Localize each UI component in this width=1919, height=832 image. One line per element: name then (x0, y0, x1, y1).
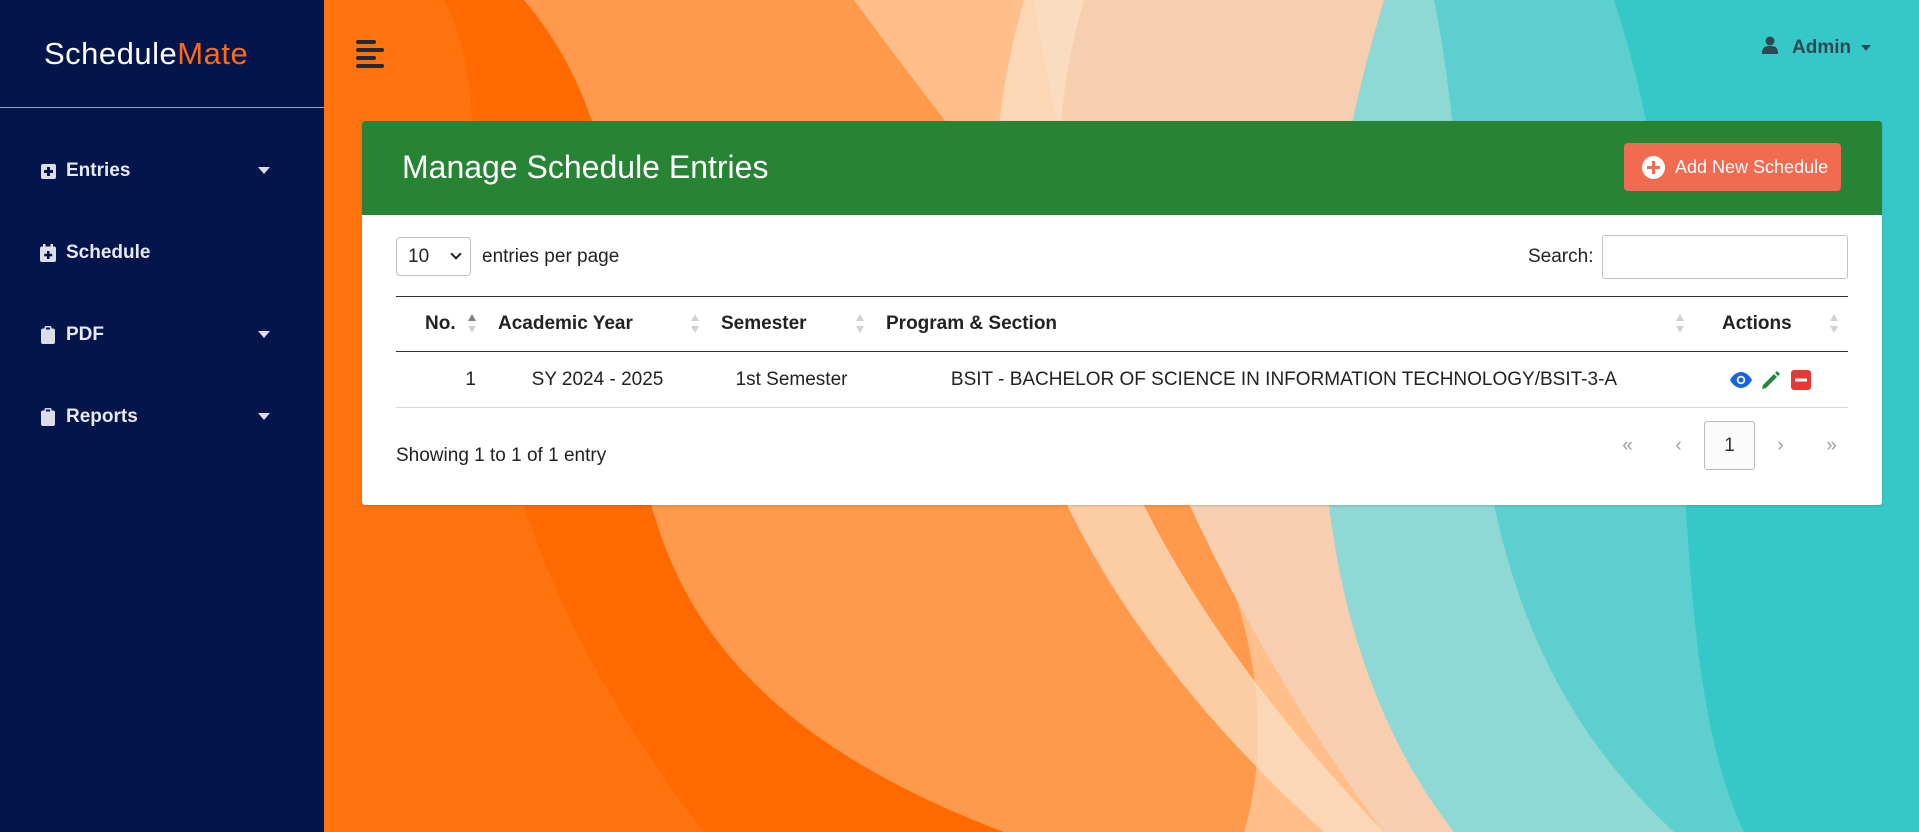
column-header-no[interactable]: No. (396, 297, 486, 352)
edit-pencil-icon[interactable] (1760, 369, 1782, 391)
prev-page-button[interactable]: ‹ (1653, 421, 1704, 470)
user-label: Admin (1792, 36, 1852, 58)
sidebar-item-label: Schedule (66, 242, 151, 263)
search-input[interactable] (1602, 235, 1849, 279)
next-page-button[interactable]: › (1755, 421, 1806, 470)
column-header-semester[interactable]: Semester (709, 297, 874, 352)
sidebar-item-entries[interactable]: Entries (0, 130, 324, 212)
column-header-actions[interactable]: Actions (1694, 297, 1848, 352)
plus-circle-icon (1642, 155, 1665, 179)
cell-actions (1694, 352, 1848, 408)
cell-no: 1 (465, 368, 476, 390)
sidebar-item-pdf[interactable]: PDF (0, 294, 324, 376)
view-eye-icon[interactable] (1730, 369, 1752, 391)
entries-per-page-select[interactable]: 10 (396, 237, 471, 276)
schedule-table: No. Academic Year Semester Program & Sec… (396, 296, 1848, 408)
sort-icon (1830, 314, 1838, 336)
clipboard-icon (40, 408, 56, 426)
user-menu[interactable]: Admin (1762, 36, 1872, 59)
sidebar-nav: Entries Schedule PDF Reports (0, 108, 324, 458)
column-header-academic-year[interactable]: Academic Year (486, 297, 709, 352)
chevron-down-icon (450, 248, 462, 260)
cell-semester: 1st Semester (735, 368, 848, 390)
caret-down-icon (258, 413, 270, 420)
caret-down-icon (258, 331, 270, 338)
table-header-row: No. Academic Year Semester Program & Sec… (396, 296, 1848, 352)
brand-name-part2: Mate (177, 35, 249, 71)
add-new-schedule-button[interactable]: Add New Schedule (1624, 143, 1841, 191)
sidebar: Schedule Mate Entries Schedule PDF Repor… (0, 0, 324, 832)
plus-square-icon (40, 162, 56, 180)
clipboard-icon (40, 326, 56, 344)
page-title: Manage Schedule Entries (402, 149, 769, 185)
sidebar-item-reports[interactable]: Reports (0, 376, 324, 458)
sort-icon (691, 314, 699, 336)
card-header: Manage Schedule Entries Add New Schedule (362, 121, 1882, 215)
add-button-label: Add New Schedule (1675, 156, 1829, 177)
delete-minus-icon[interactable] (1790, 369, 1812, 391)
caret-down-icon (258, 167, 270, 174)
search-label: Search: (1528, 246, 1594, 267)
entries-per-page-value: 10 (408, 245, 430, 267)
brand-logo[interactable]: Schedule Mate (0, 0, 324, 108)
search-control: Search: (1528, 235, 1849, 279)
first-page-button[interactable]: « (1602, 421, 1653, 470)
entries-length-control: 10 entries per page (396, 237, 619, 276)
sort-icon (468, 314, 476, 336)
pagination: « ‹ 1 › » (1602, 421, 1857, 470)
table-row: 1 SY 2024 - 2025 1st Semester BSIT - BAC… (396, 352, 1848, 408)
last-page-button[interactable]: » (1806, 421, 1857, 470)
sidebar-item-label: Entries (66, 160, 131, 181)
calendar-plus-icon (40, 244, 56, 262)
menu-toggle-icon[interactable] (356, 38, 386, 68)
user-icon (1762, 36, 1778, 59)
cell-program-section: BSIT - BACHELOR OF SCIENCE IN INFORMATIO… (950, 368, 1618, 390)
sidebar-item-label: Reports (66, 406, 138, 427)
cell-academic-year: SY 2024 - 2025 (531, 368, 664, 390)
sidebar-item-schedule[interactable]: Schedule (0, 212, 324, 294)
sidebar-item-label: PDF (66, 324, 104, 345)
page-1-button[interactable]: 1 (1704, 421, 1755, 470)
entries-per-page-label: entries per page (482, 245, 620, 267)
schedule-card: Manage Schedule Entries Add New Schedule… (362, 121, 1882, 505)
column-header-program-section[interactable]: Program & Section (874, 297, 1694, 352)
brand-name-part1: Schedule (44, 35, 178, 71)
caret-down-icon (1861, 44, 1872, 51)
table-info: Showing 1 to 1 of 1 entry (396, 445, 607, 466)
sort-icon (1676, 314, 1684, 336)
sort-icon (856, 314, 864, 336)
